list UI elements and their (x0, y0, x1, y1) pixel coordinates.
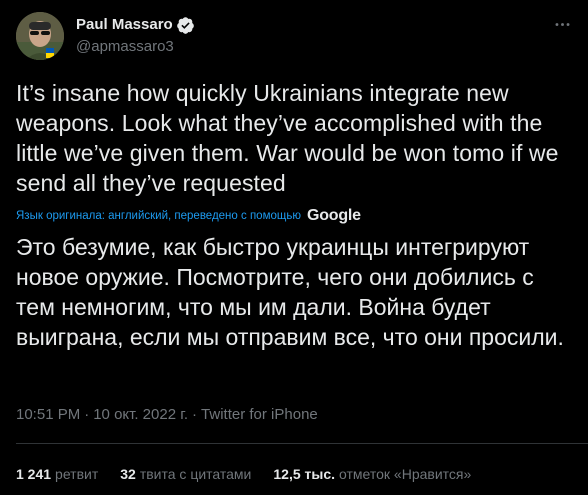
quotes-label: твита с цитатами (139, 466, 252, 482)
divider-top (16, 443, 588, 444)
meta-separator: · (84, 405, 90, 423)
tweet-translated-text: Это безумие, как быстро украинцы интегри… (16, 234, 564, 350)
translation-attribution[interactable]: Язык оригинала: английский, переведено с… (16, 207, 361, 225)
tweet-original-text: It’s insane how quickly Ukrainians integ… (16, 80, 559, 196)
avatar-image (16, 12, 64, 60)
likes-count: 12,5 тыс. (273, 466, 336, 482)
google-logo: Google (306, 207, 361, 224)
likes-stat[interactable]: 12,5 тыс. отметок «Нравится» (273, 466, 471, 482)
tweet: Paul Massaro @apmassaro3 It’s insane how… (0, 0, 588, 495)
verified-badge-icon (176, 16, 195, 35)
meta-separator-2: · (192, 405, 198, 423)
tweet-date-link[interactable]: 10 окт. 2022 г. (93, 406, 188, 423)
translation-label[interactable]: Язык оригинала: английский, переведено с… (16, 210, 301, 222)
tweet-time-link[interactable]: 10:51 PM (16, 406, 80, 423)
tweet-meta: 10:51 PM · 10 окт. 2022 г. · Twitter for… (16, 404, 318, 424)
tweet-stats: 1 241 ретвит 32 твита с цитатами 12,5 ты… (16, 464, 493, 484)
retweets-count: 1 241 (16, 466, 52, 482)
tweet-source-link[interactable]: Twitter for iPhone (201, 406, 318, 423)
retweets-label: ретвит (55, 466, 99, 482)
retweets-stat[interactable]: 1 241 ретвит (16, 466, 98, 482)
avatar[interactable] (16, 12, 64, 60)
likes-label: отметок «Нравится» (339, 466, 472, 482)
author-handle[interactable]: @apmassaro3 (76, 37, 195, 57)
more-options-icon[interactable] (552, 14, 572, 34)
name-row: Paul Massaro (76, 15, 195, 35)
author-display-name[interactable]: Paul Massaro (76, 15, 173, 35)
quotes-count: 32 (120, 466, 136, 482)
author-names: Paul Massaro @apmassaro3 (76, 15, 195, 57)
tweet-header: Paul Massaro @apmassaro3 (16, 12, 195, 60)
quotes-stat[interactable]: 32 твита с цитатами (120, 466, 251, 482)
